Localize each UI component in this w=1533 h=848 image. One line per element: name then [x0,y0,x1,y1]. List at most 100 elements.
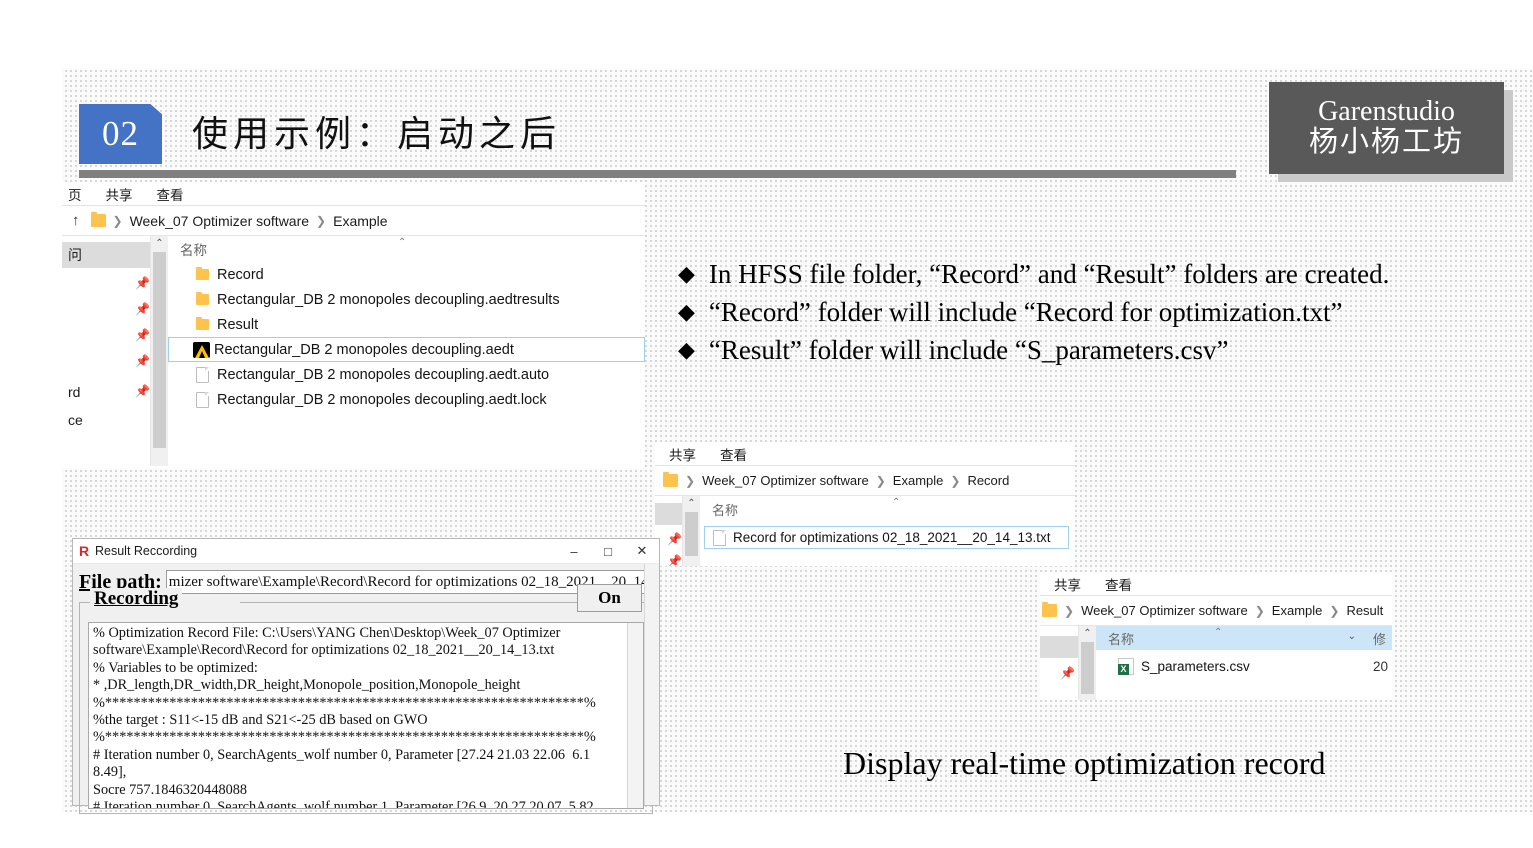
explorer-ribbon-tabs[interactable]: 共享 查看 [655,442,1075,466]
title-divider [79,170,1236,178]
nav-selected-row[interactable] [1040,636,1078,658]
column-header-row[interactable]: 名称 ⌃ [700,496,1075,522]
file-list-pane[interactable]: 名称 ⌃ ⌄ 修 S_parameters.csv 20 [1096,626,1392,700]
address-bar[interactable]: ❯ Week_07 Optimizer software ❯ Example ❯… [1040,596,1392,626]
pin-icon: 📌 [135,302,150,316]
scrollbar-thumb[interactable] [1081,642,1094,694]
table-row[interactable]: Result [168,312,645,337]
window-title-bar[interactable]: R Result Reccording – □ ✕ [73,539,659,564]
column-header-name[interactable]: 名称 [180,239,207,259]
column-header-row[interactable]: 名称 ⌃ ⌄ 修 [1096,626,1392,650]
pin-icon: 📌 [667,554,682,566]
breadcrumb-separator-icon: ❯ [1329,603,1340,618]
file-name: Result [217,316,259,333]
ribbon-tab-share[interactable]: 共享 [1054,574,1081,594]
nav-selected-row[interactable] [655,503,682,525]
ribbon-tab-view[interactable]: 查看 [157,184,184,204]
address-bar[interactable]: ↑ ❯ Week_07 Optimizer software ❯ Example [62,206,645,236]
explorer-ribbon-tabs[interactable]: 页 共享 查看 [62,182,645,206]
breadcrumb-item-result[interactable]: Result [1346,603,1383,618]
close-button[interactable]: ✕ [625,539,659,563]
scrollbar-thumb[interactable] [153,252,166,448]
file-list-pane[interactable]: 名称 ⌃ Record Rectangular_DB 2 monopoles d… [168,236,645,466]
folder-icon [196,266,209,280]
table-row-selected[interactable]: Record for optimizations 02_18_2021__20_… [704,526,1069,549]
ribbon-tab-home[interactable]: 页 [68,184,82,204]
nav-label-ce[interactable]: ce [68,412,83,428]
list-item: ◆ In HFSS file folder, “Record” and “Res… [678,255,1508,293]
ribbon-tab-share[interactable]: 共享 [106,184,133,204]
chevron-down-icon[interactable]: ⌄ [1348,631,1356,642]
table-row[interactable]: Rectangular_DB 2 monopoles decoupling.ae… [168,387,645,412]
breadcrumb-item-example[interactable]: Example [1272,603,1323,618]
column-header-name[interactable]: 名称 [1108,629,1134,648]
breadcrumb-item-example[interactable]: Example [333,213,387,229]
file-name: Record for optimizations 02_18_2021__20_… [733,530,1051,545]
logo-chinese-text: 杨小杨工坊 [1308,126,1464,159]
navigation-pane-scrollbar[interactable]: ⌃ [682,496,700,566]
file-name: Rectangular_DB 2 monopoles decoupling.ae… [217,291,560,308]
nav-label-record[interactable]: rd [68,384,80,400]
slide-bottom-margin [0,812,1533,848]
breadcrumb-separator-icon: ❯ [112,213,123,228]
table-row[interactable]: S_parameters.csv 20 [1096,654,1392,679]
table-row-selected[interactable]: Rectangular_DB 2 monopoles decoupling.ae… [168,337,645,362]
file-explorer-record-window[interactable]: 共享 查看 ❯ Week_07 Optimizer software ❯ Exa… [655,442,1075,566]
table-row[interactable]: Record [168,262,645,287]
log-scrollbar[interactable] [627,623,643,808]
window-title: Result Reccording [95,544,198,558]
scroll-up-caret-icon[interactable]: ⌃ [1079,626,1096,641]
explorer-ribbon-tabs[interactable]: 共享 查看 [1040,572,1392,596]
scroll-up-caret-icon[interactable]: ⌃ [151,236,168,251]
scroll-up-caret-icon[interactable]: ⌃ [683,496,700,511]
breadcrumb-item-record[interactable]: Record [967,473,1009,488]
breadcrumb-item-week07[interactable]: Week_07 Optimizer software [702,473,869,488]
up-arrow-icon[interactable]: ↑ [70,212,84,229]
file-list-pane[interactable]: 名称 ⌃ Record for optimizations 02_18_2021… [700,496,1075,566]
table-row[interactable]: Rectangular_DB 2 monopoles decoupling.ae… [168,287,645,312]
navigation-pane[interactable]: 📌 [1040,626,1078,700]
document-icon [713,529,726,546]
file-explorer-result-window[interactable]: 共享 查看 ❯ Week_07 Optimizer software ❯ Exa… [1040,572,1392,700]
log-output-area[interactable]: % Optimization Record File: C:\Users\YAN… [88,622,644,809]
ribbon-tab-view[interactable]: 查看 [1105,574,1132,594]
breadcrumb-item-week07[interactable]: Week_07 Optimizer software [1081,603,1248,618]
app-logo-icon: R [78,543,90,559]
aedt-file-icon [193,341,210,358]
folder-icon [90,211,106,227]
column-header-row[interactable]: 名称 ⌃ [168,236,645,262]
recording-toggle-button[interactable]: On [577,584,642,612]
list-item: ◆ “Result” folder will include “S_parame… [678,331,1508,369]
scrollbar-thumb[interactable] [685,512,698,556]
address-bar[interactable]: ❯ Week_07 Optimizer software ❯ Example ❯… [655,466,1075,496]
diamond-bullet-icon: ◆ [678,261,695,286]
result-recording-window[interactable]: R Result Reccording – □ ✕ File path: miz… [72,538,660,814]
folder-icon [196,316,209,330]
file-explorer-example-window[interactable]: 页 共享 查看 ↑ ❯ Week_07 Optimizer software ❯… [62,182,645,468]
column-header-modified[interactable]: 修 [1373,629,1386,648]
document-icon [196,366,209,383]
navigation-pane-scrollbar[interactable]: ⌃ [150,236,168,466]
sort-ascending-icon: ⌃ [398,237,407,248]
logo-english-text: Garenstudio [1318,95,1455,127]
maximize-button[interactable]: □ [591,539,625,563]
window-scrollbar[interactable] [644,564,659,805]
column-header-name[interactable]: 名称 [712,500,738,519]
breadcrumb-item-example[interactable]: Example [893,473,944,488]
document-icon [196,391,209,408]
breadcrumb-item-week07[interactable]: Week_07 Optimizer software [130,213,309,229]
nav-label-quickaccess[interactable]: 问 [68,245,82,265]
sort-ascending-icon: ⌃ [1214,627,1223,638]
pin-icon: 📌 [667,532,682,546]
brand-logo: Garenstudio 杨小杨工坊 [1269,82,1504,174]
navigation-pane[interactable]: 问 📌 📌 📌 📌 📌 rd ce [62,236,150,466]
sort-ascending-icon: ⌃ [892,497,901,508]
excel-icon [1118,658,1134,675]
breadcrumb-separator-icon: ❯ [316,213,327,228]
ribbon-tab-share[interactable]: 共享 [669,444,696,464]
navigation-pane-scrollbar[interactable]: ⌃ [1078,626,1096,700]
minimize-button[interactable]: – [557,539,591,563]
file-date: 20 [1372,659,1388,674]
table-row[interactable]: Rectangular_DB 2 monopoles decoupling.ae… [168,362,645,387]
ribbon-tab-view[interactable]: 查看 [720,444,747,464]
